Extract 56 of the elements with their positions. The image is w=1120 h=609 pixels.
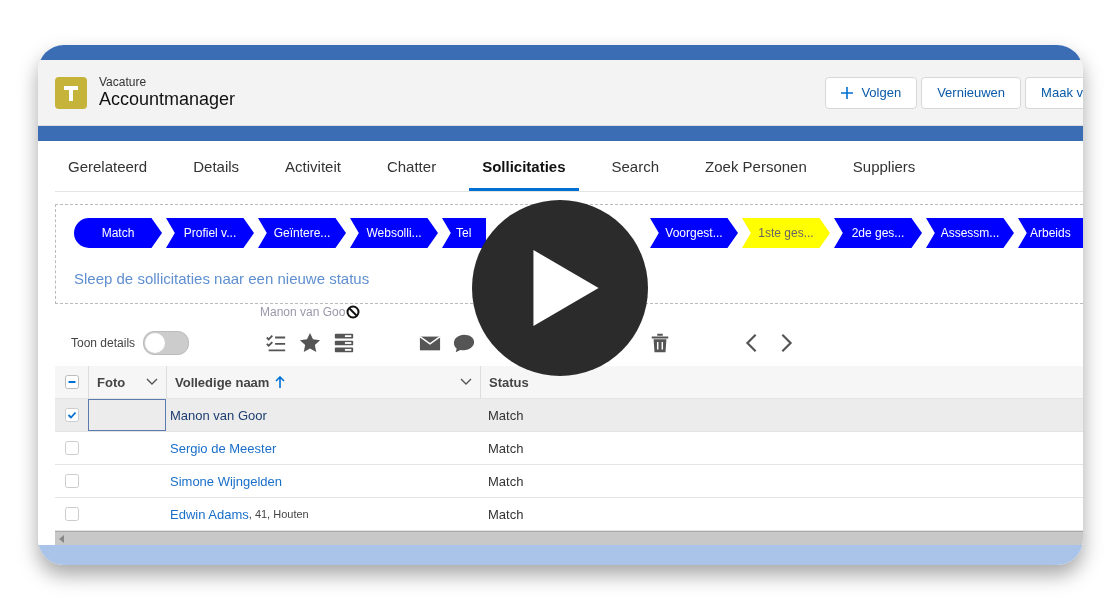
stage-chevron[interactable]: Tel (442, 218, 486, 248)
column-header[interactable]: Status (489, 374, 529, 390)
object-type: Vacature (99, 75, 148, 89)
horizontal-scrollbar[interactable] (55, 531, 1083, 545)
column-header[interactable]: Foto (97, 374, 126, 390)
tab[interactable]: Zoek Personen (692, 141, 820, 191)
stage-chevron[interactable]: Profiel v... (166, 218, 254, 248)
dropdown-icon[interactable] (460, 378, 472, 386)
details-label: Toon details (71, 336, 136, 351)
drop-hint: Sleep de sollicitaties naar een nieuwe status (74, 270, 371, 287)
sort-up-icon[interactable] (275, 376, 286, 388)
status-cell: Match (488, 506, 524, 522)
layout-icon[interactable] (333, 332, 356, 355)
select-all-checkbox[interactable] (64, 375, 79, 389)
row-checkbox[interactable] (64, 507, 79, 521)
tab[interactable]: Gerelateerd (55, 141, 161, 191)
record-title: Accountmanager (99, 89, 236, 110)
stage-chevron[interactable]: Arbeids (1018, 218, 1083, 248)
person-details: , 41, Houten (248, 508, 309, 520)
details-toggle[interactable] (143, 331, 190, 356)
name-link[interactable]: Simone Wijngelden (170, 473, 282, 489)
name-link[interactable]: Edwin Adams (170, 506, 249, 522)
stage-chevron[interactable]: Voorgest... (650, 218, 738, 248)
column-header[interactable]: Volledige naam (175, 374, 270, 390)
plus-icon (841, 86, 854, 99)
name-link[interactable]: Sergio de Meester (170, 440, 277, 456)
row-checkbox[interactable] (64, 441, 79, 455)
row-checkbox[interactable] (64, 474, 79, 488)
tab[interactable]: Sollicitaties (469, 141, 579, 191)
tab[interactable]: Activiteit (272, 141, 354, 191)
photo-cell[interactable] (88, 399, 166, 431)
status-cell: Match (488, 473, 524, 489)
name-link[interactable]: Manon van Goor (170, 407, 267, 423)
stage-chevron[interactable]: Match (74, 218, 162, 248)
stage-chevron[interactable]: Geïntere... (258, 218, 346, 248)
header-button[interactable]: Maak v (1025, 76, 1083, 109)
tab[interactable]: Suppliers (839, 141, 929, 191)
status-cell: Match (488, 440, 524, 456)
forbidden-icon (346, 305, 361, 320)
chat-icon[interactable] (453, 332, 476, 355)
tab[interactable]: Search (598, 141, 673, 191)
stage-chevron[interactable]: 2de ges... (834, 218, 922, 248)
tab[interactable]: Chatter (373, 141, 450, 191)
play-icon (533, 250, 599, 326)
status-cell: Match (488, 407, 524, 423)
star-icon[interactable] (299, 332, 322, 355)
tab[interactable]: Details (180, 141, 253, 191)
header-button[interactable]: Volgen (825, 76, 918, 109)
stage-chevron[interactable]: Assessm... (926, 218, 1014, 248)
object-icon (55, 76, 87, 109)
drag-ghost: Manon van Goo (260, 305, 346, 320)
stage-chevron[interactable]: Websolli... (350, 218, 438, 248)
header-button[interactable]: Vernieuwen (921, 76, 1022, 109)
stage-chevron[interactable]: 1ste ges... (742, 218, 830, 248)
dropdown-icon[interactable] (146, 378, 158, 386)
row-checkbox[interactable] (64, 408, 79, 422)
